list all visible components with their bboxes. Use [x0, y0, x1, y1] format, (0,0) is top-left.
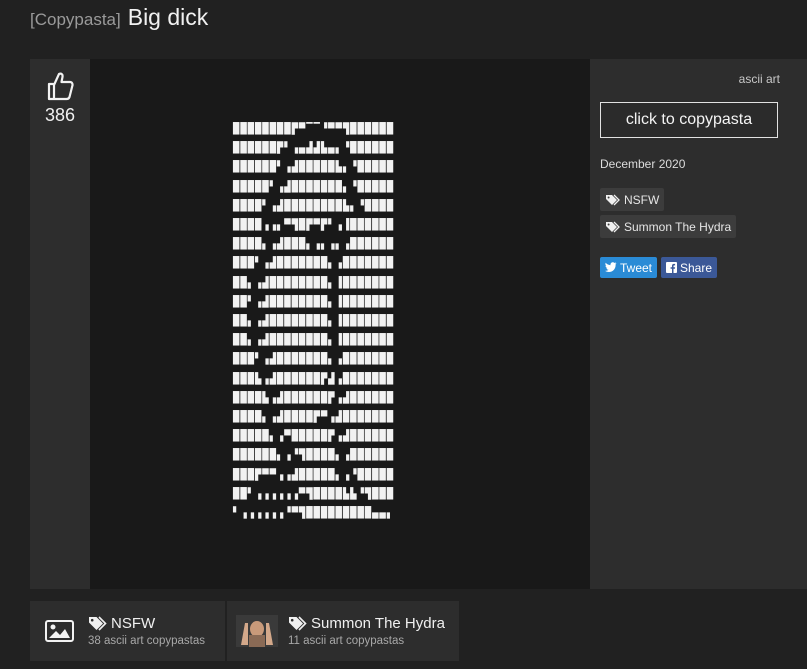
tag-icon [606, 194, 620, 205]
facebook-share-button[interactable]: Share [661, 257, 718, 278]
page-title: Big dick [127, 4, 209, 30]
category-prefix: [Copypasta] [30, 10, 121, 29]
related-title: NSFW [111, 615, 156, 632]
thumbs-up-icon[interactable] [46, 71, 74, 101]
tag-label: NSFW [624, 192, 660, 207]
related-title: Summon The Hydra [311, 615, 445, 632]
share-label: Share [680, 260, 713, 275]
vote-count: 386 [44, 105, 76, 125]
tag-label: Summon The Hydra [624, 219, 732, 234]
copy-button[interactable]: click to copypasta [600, 102, 778, 138]
related-tag-nsfw[interactable]: NSFW 38 ascii art copypastas [30, 601, 225, 661]
related-count: 11 ascii art copypastas [288, 635, 405, 647]
tweet-button[interactable]: Tweet [600, 257, 658, 278]
copypasta-card: 386 ████████▛▀▔▔▝▀▀▜██████ ██████▛▘▗▄▟▟▙… [30, 59, 807, 589]
tag-icon [89, 616, 107, 631]
category-label[interactable]: ascii art [739, 72, 780, 86]
related-count: 38 ascii art copypastas [88, 635, 205, 647]
ascii-art-panel: ████████▛▀▔▔▝▀▀▜██████ ██████▛▘▗▄▟▟▙▄▖▝█… [90, 59, 590, 589]
tag-summon-the-hydra[interactable]: Summon The Hydra [600, 215, 737, 238]
tweet-label: Tweet [620, 260, 653, 275]
hydra-thumbnail [236, 615, 278, 647]
image-icon [45, 620, 74, 642]
ascii-art-text: ████████▛▀▔▔▝▀▀▜██████ ██████▛▘▗▄▟▟▙▄▖▝█… [233, 123, 395, 520]
twitter-icon [605, 262, 617, 272]
page-header: [Copypasta] Big dick [30, 4, 208, 36]
facebook-icon [666, 262, 677, 273]
tag-icon [606, 221, 620, 232]
post-date: December 2020 [600, 157, 686, 171]
sidebar: ascii art click to copypasta December 20… [590, 59, 807, 589]
vote-panel: 386 [30, 59, 90, 589]
tag-nsfw[interactable]: NSFW [600, 188, 665, 211]
tag-icon [289, 616, 307, 631]
related-tag-summon-the-hydra[interactable]: Summon The Hydra 11 ascii art copypastas [227, 601, 459, 661]
